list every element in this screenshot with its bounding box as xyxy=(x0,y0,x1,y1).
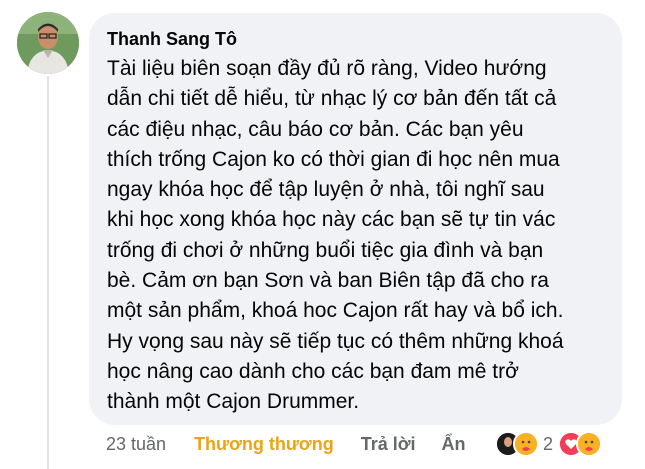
reaction-count: 2 xyxy=(543,433,554,454)
comment-line: một sản phẩm, khoá hoc Cajon rất hay và … xyxy=(107,299,564,323)
comment-line: dẫn chi tiết dễ hiểu, từ nhạc lý cơ bản … xyxy=(107,87,557,111)
comment-bubble: Thanh Sang Tô Tài liệu biên soạn đầy đủ … xyxy=(89,13,622,425)
reaction-button[interactable]: Thương thương xyxy=(194,434,334,455)
comment-line: học nâng cao dành cho các bạn đam mê trở xyxy=(107,359,519,383)
comment-author[interactable]: Thanh Sang Tô xyxy=(107,29,237,50)
care-icon xyxy=(513,431,539,457)
comment-line: ngay khóa học để tập luyện ở nhà, tôi ng… xyxy=(107,178,545,202)
reply-button[interactable]: Trả lời xyxy=(361,434,416,455)
comment-timestamp[interactable]: 23 tuần xyxy=(106,434,166,455)
comment-line: bè. Cảm ơn bạn Sơn và ban Biên tập đã ch… xyxy=(107,269,549,293)
comment-line: trống đi chơi ở những buổi tiệc gia đình… xyxy=(107,238,544,262)
comment-line: Tài liệu biên soạn đầy đủ rõ ràng, Video… xyxy=(107,57,547,80)
avatar-image xyxy=(17,12,79,74)
hide-button[interactable]: Ẩn xyxy=(442,434,466,455)
reaction-summary[interactable]: 2 xyxy=(495,430,603,458)
comment-line: thích trống Cajon ko có thời gian đi học… xyxy=(107,147,560,171)
comment-line: thành một Cajon Drummer. xyxy=(107,390,360,414)
thread-line xyxy=(47,76,49,469)
avatar[interactable] xyxy=(17,12,79,74)
comment-actions: 23 tuần Thương thương Trả lời Ẩn xyxy=(106,431,466,457)
comment-text: Tài liệu biên soạn đầy đủ rõ ràng, Video… xyxy=(107,54,615,418)
comment-line: Hy vọng sau này sẽ tiếp tục có thêm nhữn… xyxy=(107,329,564,353)
comment-line: khi học xong khóa học này các bạn sẽ tự … xyxy=(107,208,556,232)
care-icon xyxy=(576,431,603,457)
comment-line: các điệu nhạc, câu báo cơ bản. Các bạn y… xyxy=(107,117,524,141)
